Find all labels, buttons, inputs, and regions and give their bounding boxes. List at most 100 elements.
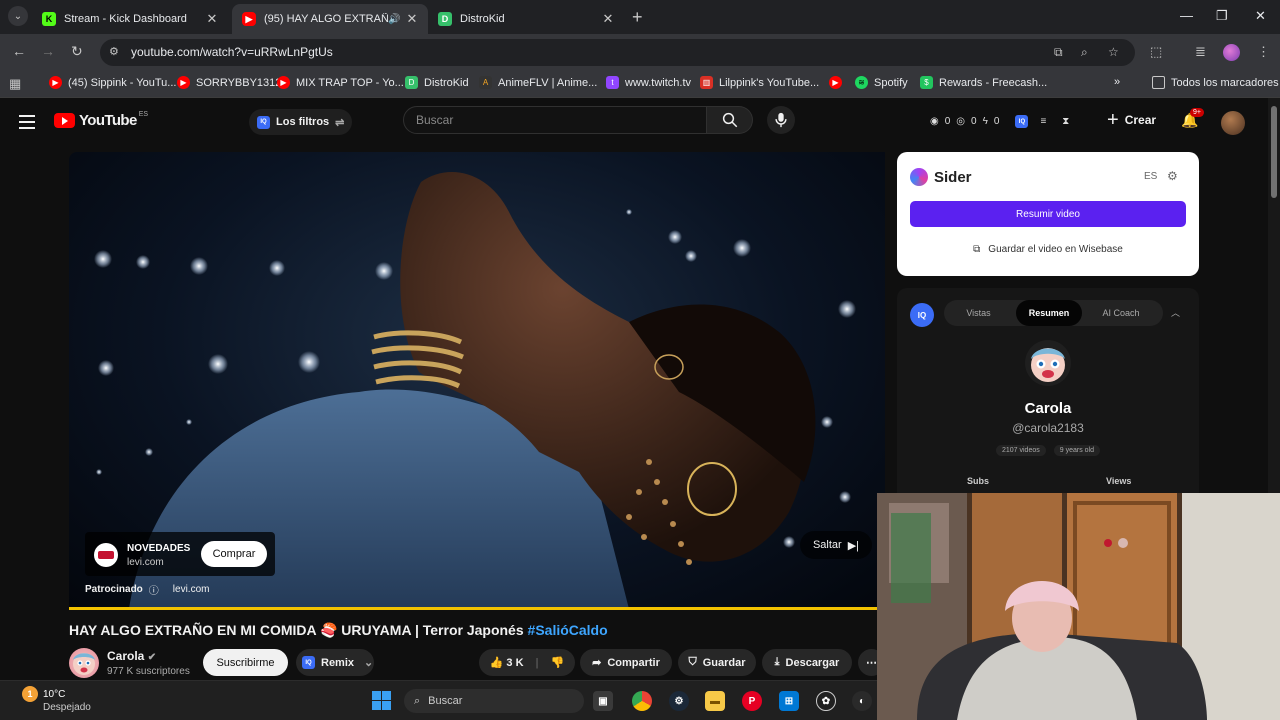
- sider-language[interactable]: ES: [1144, 171, 1157, 182]
- bookmark-item[interactable]: ▥ Lilppink's YouTube...: [700, 76, 819, 89]
- bookmarks-overflow-icon[interactable]: »: [1114, 76, 1120, 88]
- extensions-icon[interactable]: ⬚: [1150, 44, 1162, 60]
- notifications-badge: 9+: [1190, 108, 1204, 117]
- bookmarks-bar: ▦ ▶ (45) Sippink - YouTu... ▶ SORRYBBY13…: [0, 70, 1280, 98]
- skip-ad-button[interactable]: Saltar ▶|: [800, 531, 872, 559]
- close-window-icon[interactable]: ✕: [1255, 8, 1266, 24]
- like-count: 3 K: [506, 657, 524, 669]
- shop-button[interactable]: Comprar: [201, 541, 267, 567]
- tab-distrokid[interactable]: D DistroKid ✕: [428, 4, 624, 34]
- bookmark-item[interactable]: A AnimeFLV | Anime...: [479, 76, 597, 89]
- info-icon[interactable]: ⓘ: [149, 582, 159, 597]
- notifications-bell-icon[interactable]: 🔔 9+: [1181, 108, 1204, 129]
- bookmark-item[interactable]: t www.twitch.tv: [606, 76, 691, 89]
- restore-icon[interactable]: ❐: [1216, 8, 1228, 24]
- tab-close-icon[interactable]: ✕: [404, 11, 420, 27]
- app-icon[interactable]: ◐: [852, 691, 872, 711]
- task-view-icon[interactable]: ▣: [593, 691, 613, 711]
- remix-button[interactable]: IQ Remix ⌄: [296, 649, 374, 676]
- profile-avatar[interactable]: [1223, 44, 1240, 61]
- bookmark-item[interactable]: ▶ MIX TRAP TOP - Yo...: [277, 76, 404, 89]
- save-wisebase-label: Guardar el video en Wisebase: [988, 243, 1123, 255]
- more-menu-icon[interactable]: ⋮: [1257, 44, 1270, 60]
- save-to-wisebase-button[interactable]: ⧉ Guardar el video en Wisebase: [910, 236, 1186, 262]
- scrollbar-thumb[interactable]: [1271, 106, 1277, 198]
- search-input[interactable]: Buscar: [403, 106, 707, 134]
- speaker-icon[interactable]: 🔊: [388, 14, 404, 25]
- steam-icon[interactable]: ⚙: [669, 691, 689, 711]
- minimize-icon[interactable]: —: [1180, 8, 1193, 23]
- bookmark-item[interactable]: D DistroKid: [405, 76, 469, 89]
- channel-avatar[interactable]: [69, 648, 99, 678]
- search-icon: [722, 112, 737, 128]
- summarize-video-button[interactable]: Resumir video: [910, 201, 1186, 227]
- menu-icon[interactable]: [19, 115, 35, 133]
- bookmark-item[interactable]: ▶ (45) Sippink - YouTu...: [49, 76, 176, 89]
- bookmark-label: MIX TRAP TOP - Yo...: [296, 76, 404, 89]
- download-button[interactable]: ⤓ Descargar: [762, 649, 852, 676]
- microsoft-store-icon[interactable]: ⊞: [779, 691, 799, 711]
- forward-arrow-icon[interactable]: →: [41, 43, 55, 59]
- subscribe-button[interactable]: Suscribirme: [203, 649, 288, 676]
- share-button[interactable]: ➦ Compartir: [580, 649, 672, 676]
- tab-vistas[interactable]: Vistas: [944, 300, 1013, 326]
- browser-toolbar: ← → ↻ ⚙ youtube.com/watch?v=uRRwLnPgtUs …: [0, 34, 1280, 70]
- save-copy-icon: ⧉: [973, 243, 981, 255]
- tab-ai-coach[interactable]: AI Coach: [1085, 300, 1157, 326]
- weather-description[interactable]: Despejado: [43, 702, 91, 713]
- install-app-icon[interactable]: ⧉: [1054, 45, 1063, 60]
- search-button[interactable]: [707, 106, 753, 134]
- weather-temperature[interactable]: 10°C: [43, 689, 65, 700]
- bookmark-item[interactable]: ▶ SORRYBBY1312: [177, 76, 281, 89]
- dislike-icon[interactable]: 👎: [551, 656, 565, 669]
- tab-youtube-video[interactable]: ▶ (95) HAY ALGO EXTRAÑO EN 🔊 ✕: [232, 4, 428, 34]
- file-explorer-icon[interactable]: ▬: [705, 691, 725, 711]
- video-hashtag[interactable]: #SalióCaldo: [528, 622, 608, 638]
- subscriber-count: 977 K suscriptores: [107, 666, 190, 677]
- save-button[interactable]: ⛉ Guardar: [678, 649, 756, 676]
- weather-alert-icon[interactable]: 1: [22, 686, 38, 702]
- url-text: youtube.com/watch?v=uRRwLnPgtUs: [131, 45, 333, 59]
- sponsored-domain-link[interactable]: levi.com: [173, 584, 210, 595]
- tab-resumen[interactable]: Resumen: [1016, 300, 1082, 326]
- tab-close-icon[interactable]: ✕: [600, 11, 616, 27]
- like-button[interactable]: 👍 3 K: [490, 656, 524, 669]
- back-arrow-icon[interactable]: ←: [12, 43, 26, 59]
- iq-icon[interactable]: IQ: [1015, 115, 1029, 128]
- apps-grid-icon[interactable]: ▦: [9, 76, 21, 92]
- tab-close-icon[interactable]: ✕: [204, 11, 220, 27]
- verified-icon: ✔: [147, 652, 157, 663]
- channel-name[interactable]: Carola ✔: [107, 649, 156, 663]
- new-tab-button[interactable]: +: [632, 8, 643, 26]
- voice-search-button[interactable]: [767, 106, 795, 134]
- sider-panel: Sider ES ⚙ Resumir video ⧉ Guardar el vi…: [897, 152, 1199, 276]
- youtube-logo[interactable]: YouTube ES: [54, 111, 148, 129]
- taskbar-search-input[interactable]: ⌕ Buscar: [404, 689, 584, 713]
- bookmark-item[interactable]: $ Rewards - Freecash...: [920, 76, 1047, 89]
- ad-overlay-card[interactable]: NOVEDADES levi.com Comprar: [85, 532, 275, 576]
- openai-icon[interactable]: ✿: [816, 691, 836, 711]
- media-control-icon[interactable]: ≣: [1195, 44, 1206, 60]
- reload-icon[interactable]: ↻: [71, 43, 83, 60]
- tab-kick-dashboard[interactable]: K Stream - Kick Dashboard ✕: [32, 4, 228, 34]
- filters-button[interactable]: IQ Los filtros ⇌: [249, 109, 353, 135]
- site-info-icon[interactable]: ⚙: [109, 45, 119, 58]
- chevron-up-icon[interactable]: ︿: [1171, 306, 1180, 319]
- sider-settings-icon[interactable]: ⚙: [1167, 169, 1178, 183]
- windows-start-icon[interactable]: [372, 691, 391, 710]
- extension-stats: ◉ 0 ◎ 0 ϟ0 IQ ≡ ⧗: [930, 115, 1069, 128]
- chrome-icon[interactable]: [632, 691, 652, 711]
- all-bookmarks-folder[interactable]: Todos los marcadores: [1152, 76, 1279, 89]
- create-button[interactable]: + Crear: [1107, 110, 1156, 130]
- bookmark-star-icon[interactable]: ☆: [1108, 45, 1119, 59]
- zoom-icon[interactable]: ⌕: [1081, 45, 1088, 60]
- pinterest-icon[interactable]: P: [742, 691, 762, 711]
- hourglass-icon[interactable]: ⧗: [1062, 116, 1069, 127]
- address-bar[interactable]: ⚙ youtube.com/watch?v=uRRwLnPgtUs ⧉ ⌕ ☆: [100, 39, 1135, 66]
- bookmark-item[interactable]: ▶: [829, 76, 848, 89]
- ad-progress-bar[interactable]: [69, 607, 885, 610]
- tab-search-chevron-icon[interactable]: ⌄: [8, 6, 28, 26]
- list-icon[interactable]: ≡: [1040, 116, 1046, 127]
- account-avatar[interactable]: [1221, 111, 1245, 135]
- bookmark-item[interactable]: ≋ Spotify: [855, 76, 908, 89]
